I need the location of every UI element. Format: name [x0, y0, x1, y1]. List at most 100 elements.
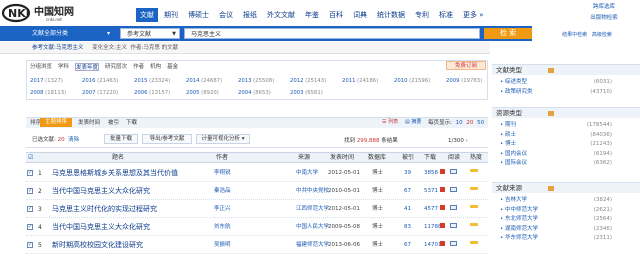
- column-header[interactable]: 下载: [424, 153, 436, 163]
- sort-download-option[interactable]: 下载: [126, 119, 137, 127]
- free-subscribe-button[interactable]: 免费订阅: [446, 61, 486, 70]
- article-title-link[interactable]: 当代中国马克思主义大众化研究: [52, 187, 150, 196]
- year-facet[interactable]: 2013 (25508): [238, 77, 290, 86]
- year-facet[interactable]: 2003 (6561): [290, 89, 342, 98]
- article-title-link[interactable]: 新时期高校校园文化建设研究: [52, 241, 143, 250]
- year-facet[interactable]: 2011 (24186): [342, 77, 394, 86]
- cnki-logo[interactable]: NKI 中国知网 cnki.net: [2, 3, 102, 23]
- download-icon[interactable]: [440, 241, 445, 246]
- author-link[interactable]: 李正兴: [214, 205, 231, 214]
- clear-selection-link[interactable]: 清除: [68, 137, 79, 143]
- sidebar-facet-item[interactable]: • 综述类型 (6031): [500, 78, 612, 87]
- year-facet[interactable]: 2017 (1327): [30, 77, 82, 86]
- year-facet[interactable]: 2016 (21463): [82, 77, 134, 86]
- year-facet[interactable]: 2014 (24687): [186, 77, 238, 86]
- search-in-results-link[interactable]: 结果中检索: [562, 32, 587, 38]
- year-facet[interactable]: 2012 (25143): [290, 77, 342, 86]
- per-page-10[interactable]: 10: [456, 120, 463, 126]
- nav-item[interactable]: 年鉴: [301, 8, 323, 22]
- download-icon[interactable]: [440, 187, 445, 192]
- top-link[interactable]: 出版物检索: [574, 13, 634, 24]
- cited-count-link[interactable]: 67: [404, 241, 411, 250]
- cited-count-link[interactable]: 83: [404, 223, 411, 232]
- nav-item[interactable]: 更多 »: [459, 8, 488, 22]
- nav-item[interactable]: 博硕士: [184, 8, 213, 22]
- source-link[interactable]: 中国人民大学: [296, 223, 329, 232]
- column-header[interactable]: 发表时间: [330, 153, 354, 163]
- nav-item[interactable]: 词典: [349, 8, 371, 22]
- read-icon[interactable]: [450, 169, 457, 174]
- sidebar-facet-item[interactable]: • 期刊 (178544): [500, 121, 612, 130]
- search-button[interactable]: 检 索: [484, 28, 532, 39]
- source-link[interactable]: 中南大学: [296, 169, 318, 178]
- chart-icon[interactable]: [548, 186, 554, 191]
- field-select[interactable]: 参考文献 ▼: [120, 28, 180, 39]
- per-page-50[interactable]: 50: [477, 120, 484, 126]
- chart-icon[interactable]: [548, 111, 554, 116]
- nav-item[interactable]: 文献: [136, 8, 158, 22]
- row-checkbox[interactable]: ✓: [27, 242, 33, 248]
- grouping-tab[interactable]: 发表年度: [75, 63, 100, 71]
- sort-topic-button[interactable]: 主题排序: [40, 118, 72, 127]
- row-checkbox[interactable]: ✓: [27, 170, 33, 176]
- sidebar-facet-item[interactable]: • 湖南师范大学 (2346): [500, 225, 612, 234]
- read-icon[interactable]: [450, 241, 457, 246]
- source-link[interactable]: 中共中央党校: [296, 187, 329, 196]
- year-facet[interactable]: 2005 (8920): [186, 89, 238, 98]
- year-facet[interactable]: 2008 (18113): [30, 89, 82, 98]
- year-facet[interactable]: 2015 (23324): [134, 77, 186, 86]
- sidebar-facet-item[interactable]: • 硕士 (84036): [500, 131, 612, 140]
- nav-item[interactable]: 百科: [325, 8, 347, 22]
- year-facet[interactable]: 2010 (21596): [394, 77, 446, 86]
- read-icon[interactable]: [450, 223, 457, 228]
- grouping-tab[interactable]: 作者: [133, 63, 144, 71]
- nav-item[interactable]: 会议: [215, 8, 237, 22]
- sidebar-facet-item[interactable]: • 吉林大学 (3824): [500, 196, 612, 205]
- nav-item[interactable]: 标准: [435, 8, 457, 22]
- cited-count-link[interactable]: 41: [404, 205, 411, 214]
- row-checkbox[interactable]: ✓: [27, 224, 33, 230]
- category-select[interactable]: 文献全部分类 ▾: [18, 28, 116, 39]
- nav-item[interactable]: 专利: [411, 8, 433, 22]
- row-checkbox[interactable]: ✓: [27, 206, 33, 212]
- grouping-tab[interactable]: 学科: [58, 63, 69, 71]
- select-all-checkbox[interactable]: ☑: [28, 153, 33, 163]
- advanced-search-link[interactable]: 高级检索: [592, 32, 612, 38]
- sidebar-facet-item[interactable]: • 东北师范大学 (2564): [500, 215, 612, 224]
- download-icon[interactable]: [440, 169, 445, 174]
- author-link[interactable]: 李翔锐: [214, 169, 231, 178]
- nav-item[interactable]: 统计数据: [373, 8, 409, 22]
- read-icon[interactable]: [450, 187, 457, 192]
- article-title-link[interactable]: 马克思恩格斯城乡关系思想及其当代价值: [52, 169, 178, 178]
- source-link[interactable]: 江西师范大学: [296, 205, 329, 214]
- sidebar-facet-item[interactable]: • 国内会议 (6194): [500, 150, 612, 159]
- sidebar-facet-item[interactable]: • 华东师范大学 (2311): [500, 234, 612, 243]
- column-header[interactable]: 数据库: [368, 153, 386, 163]
- year-facet[interactable]: 2007 (17220): [82, 89, 134, 98]
- year-facet[interactable]: 2009 (19783): [446, 77, 498, 86]
- grouping-tab[interactable]: 机构: [150, 63, 161, 71]
- download-count-link[interactable]: 4577: [424, 205, 438, 214]
- chart-icon[interactable]: [548, 68, 554, 73]
- batch-download-button[interactable]: 批量下载: [104, 134, 138, 144]
- sidebar-section-header[interactable]: 文献来源: [492, 182, 640, 193]
- grouping-tab[interactable]: 研究层次: [105, 63, 127, 71]
- year-facet[interactable]: 2006 (13157): [134, 89, 186, 98]
- cited-count-link[interactable]: 39: [404, 169, 411, 178]
- author-link[interactable]: 刘东航: [214, 223, 231, 232]
- top-link[interactable]: 跨库选库: [574, 2, 634, 13]
- download-icon[interactable]: [440, 223, 445, 228]
- article-title-link[interactable]: 当代中国马克思主义大众化研究: [52, 223, 150, 232]
- author-link[interactable]: 秦浩品: [214, 187, 231, 196]
- source-link[interactable]: 福建师范大学: [296, 241, 329, 250]
- sidebar-facet-item[interactable]: • 政策研究类 (43710): [500, 88, 612, 97]
- nav-item[interactable]: 期刊: [160, 8, 182, 22]
- sidebar-section-header[interactable]: 资源类型: [492, 107, 640, 118]
- download-count-link[interactable]: 14701: [424, 241, 442, 250]
- next-page-icon[interactable]: ›: [466, 138, 468, 144]
- cited-count-link[interactable]: 67: [404, 187, 411, 196]
- download-count-link[interactable]: 5371: [424, 187, 438, 196]
- view-summary-button[interactable]: ▤ 摘要: [405, 118, 427, 127]
- column-header[interactable]: 被引: [402, 153, 414, 163]
- grouping-tab[interactable]: 基金: [167, 63, 178, 71]
